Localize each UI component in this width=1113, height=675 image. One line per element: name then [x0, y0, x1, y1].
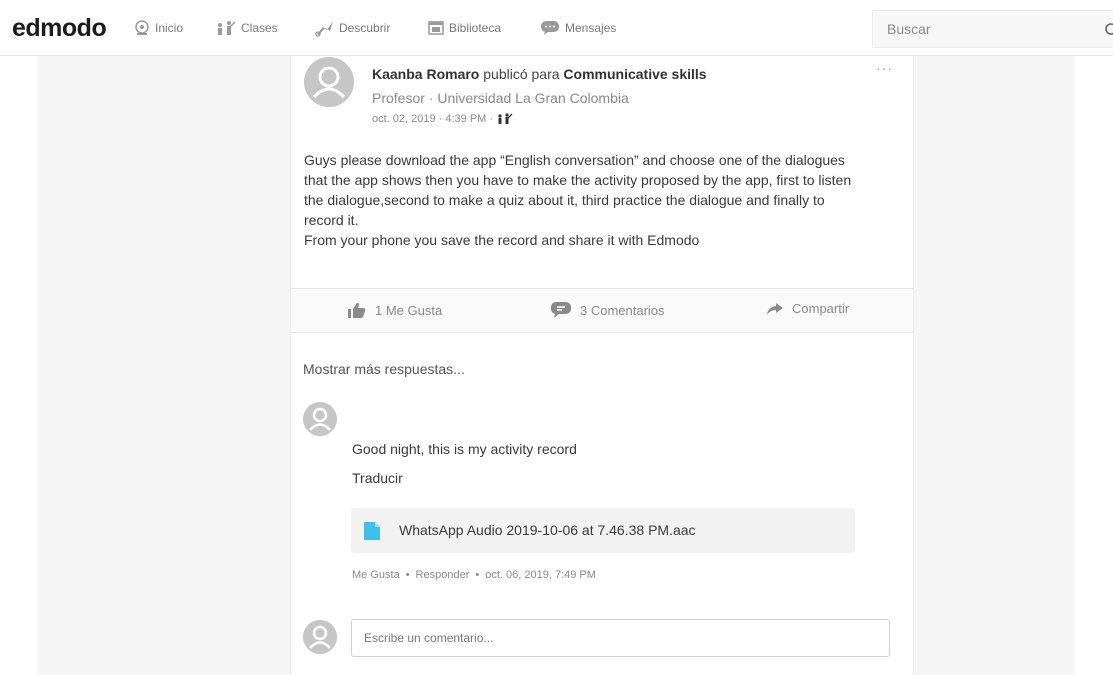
post-card: Kaanba Romaro publicó para Communicative…: [290, 56, 914, 675]
post-body-line: Guys please download the app “English co…: [304, 152, 845, 168]
post-options-button[interactable]: ···: [876, 60, 893, 76]
comment-date: oct. 06, 2019, 7:49 PM: [485, 569, 596, 581]
file-icon: [364, 522, 380, 540]
group-name[interactable]: Communicative skills: [563, 66, 706, 82]
post-author-line: Kaanba Romaro publicó para Communicative…: [372, 66, 707, 82]
nav-label-clases: Clases: [241, 21, 278, 35]
classes-icon: [218, 21, 236, 35]
post-date-line: oct. 02, 2019 · 4:39 PM ·: [372, 113, 513, 125]
nav-item-clases[interactable]: Clases: [216, 18, 278, 38]
post-body: Guys please download the app “English co…: [304, 150, 904, 250]
home-icon: [135, 20, 149, 35]
attachment-filename: WhatsApp Audio 2019-10-06 at 7.46.38 PM.…: [399, 522, 696, 538]
current-user-avatar: [303, 620, 337, 654]
nav-item-mensajes[interactable]: Mensajes: [540, 18, 616, 38]
published-for-text: publicó para: [483, 66, 560, 82]
nav-item-inicio[interactable]: Inicio: [134, 18, 183, 38]
show-more-replies-link[interactable]: Mostrar más respuestas...: [303, 361, 465, 377]
author-avatar[interactable]: [304, 57, 354, 107]
search-icon[interactable]: [1104, 22, 1113, 38]
nav-item-descubrir[interactable]: Descubrir: [314, 18, 390, 38]
audio-attachment[interactable]: WhatsApp Audio 2019-10-06 at 7.46.38 PM.…: [351, 508, 855, 553]
like-count: 1 Me Gusta: [375, 302, 443, 318]
messages-icon: [541, 21, 559, 35]
comment-meta: Me Gusta • Responder • oct. 06, 2019, 7:…: [352, 569, 596, 581]
user-icon: [303, 620, 337, 654]
nav-label-mensajes: Mensajes: [565, 21, 617, 35]
meta-separator: •: [475, 569, 480, 581]
thumbs-up-icon: [348, 302, 366, 318]
like-button[interactable]: 1 Me Gusta: [347, 301, 442, 319]
comment-count: 3 Comentarios: [580, 302, 665, 318]
post-action-bar: 1 Me Gusta 3 Comentarios Compartir: [291, 288, 913, 333]
discover-icon: [315, 21, 333, 37]
nav-label-biblioteca: Biblioteca: [449, 21, 502, 35]
top-navbar: edmodo Inicio Clases Descubrir Bibliotec…: [0, 0, 1113, 56]
share-button[interactable]: Compartir: [766, 301, 849, 316]
user-icon: [303, 402, 337, 436]
nav-label-inicio: Inicio: [155, 21, 184, 35]
post-body-line: record it.: [304, 212, 359, 228]
author-name[interactable]: Kaanba Romaro: [372, 66, 479, 82]
comments-button[interactable]: 3 Comentarios: [550, 301, 665, 319]
post-body-line: From your phone you save the record and …: [304, 232, 700, 248]
post-body-line: the dialogue,second to make a quiz about…: [304, 192, 825, 208]
comment-like-link[interactable]: Me Gusta: [352, 569, 400, 581]
comment-text: Good night, this is my activity record: [352, 441, 577, 457]
nav-label-descubrir: Descubrir: [339, 21, 391, 35]
group-visibility-icon: [498, 113, 513, 124]
translate-link[interactable]: Traducir: [352, 470, 403, 486]
comment-icon: [551, 302, 571, 318]
right-panel: [1075, 56, 1113, 675]
meta-separator: •: [405, 569, 410, 581]
comment-reply-link[interactable]: Responder: [416, 569, 470, 581]
search-box: [872, 10, 1113, 48]
left-panel: [0, 56, 37, 675]
user-icon: [304, 57, 354, 107]
library-icon: [428, 21, 444, 35]
post-body-line: that the app shows then you have to make…: [304, 172, 852, 188]
comment-input[interactable]: [351, 619, 890, 657]
author-role: Profesor · Universidad La Gran Colombia: [372, 90, 629, 106]
share-icon: [767, 302, 783, 315]
commenter-avatar[interactable]: [303, 402, 337, 436]
post-date: oct. 02, 2019 · 4:39 PM ·: [372, 113, 494, 125]
edmodo-logo[interactable]: edmodo: [12, 14, 107, 43]
share-label: Compartir: [792, 301, 850, 316]
nav-item-biblioteca[interactable]: Biblioteca: [428, 18, 501, 38]
search-input[interactable]: [873, 11, 1083, 47]
